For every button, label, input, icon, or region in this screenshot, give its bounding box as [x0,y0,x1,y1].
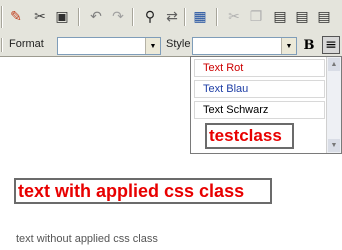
cut-icon[interactable]: ✂ [30,8,50,26]
style-option-label: Text Blau [203,83,249,95]
scroll-up-icon[interactable]: ▲ [328,58,340,71]
format-label: Format [9,38,44,50]
bold-button[interactable]: B [300,36,318,54]
format-dropdown-arrow-icon[interactable]: ▼ [145,38,160,54]
cut-scissors-icon[interactable]: ✂ [224,8,244,26]
format-select[interactable]: ▼ [57,37,161,55]
style-option-label: Text Rot [203,62,244,74]
toolbar-separator [1,38,3,52]
main-toolbar: ✎ ✂ ▣ ↶ ↷ ⚲ ⇄ ▦ ✂ ❐ ▤ ▤ ▤ [0,0,342,35]
style-label: Style [166,38,191,50]
spell-check-icon[interactable]: ✎ [6,8,26,26]
toolbar-separator [216,8,218,26]
save-icon[interactable]: ▣ [52,8,72,26]
undo-icon[interactable]: ↶ [86,8,106,26]
dropdown-scrollbar[interactable]: ▲ ▼ [326,57,341,153]
copy-icon[interactable]: ❐ [246,8,266,26]
paste-word-icon[interactable]: ▤ [314,8,334,26]
find-icon[interactable]: ⚲ [140,8,160,26]
scroll-down-icon[interactable]: ▼ [328,139,340,152]
toolbar-separator [184,8,186,26]
style-option-text-schwarz[interactable]: Text Schwarz [194,101,325,119]
style-option-label: testclass [209,126,282,145]
style-dropdown-list: Text Rot Text Blau Text Schwarz testclas… [190,56,342,154]
toolbar-separator [1,6,3,28]
style-select[interactable]: ▼ [192,37,297,55]
plain-text-sample: text without applied css class [16,233,158,245]
styled-text-sample: text with applied css class [14,178,272,204]
toolbar-separator [78,8,80,26]
paste-text-icon[interactable]: ▤ [292,8,312,26]
paste-icon[interactable]: ▤ [270,8,290,26]
style-option-text-rot[interactable]: Text Rot [194,59,325,77]
redo-icon[interactable]: ↷ [108,8,128,26]
style-option-text-blau[interactable]: Text Blau [194,80,325,98]
select-all-icon[interactable]: ▦ [190,8,210,26]
replace-icon[interactable]: ⇄ [162,8,182,26]
toolbar-separator [132,8,134,26]
style-option-label: Text Schwarz [203,104,269,116]
style-dropdown-arrow-icon[interactable]: ▼ [281,38,296,54]
align-justify-button[interactable]: ≡ [322,36,340,54]
style-option-testclass[interactable]: testclass [205,123,294,149]
